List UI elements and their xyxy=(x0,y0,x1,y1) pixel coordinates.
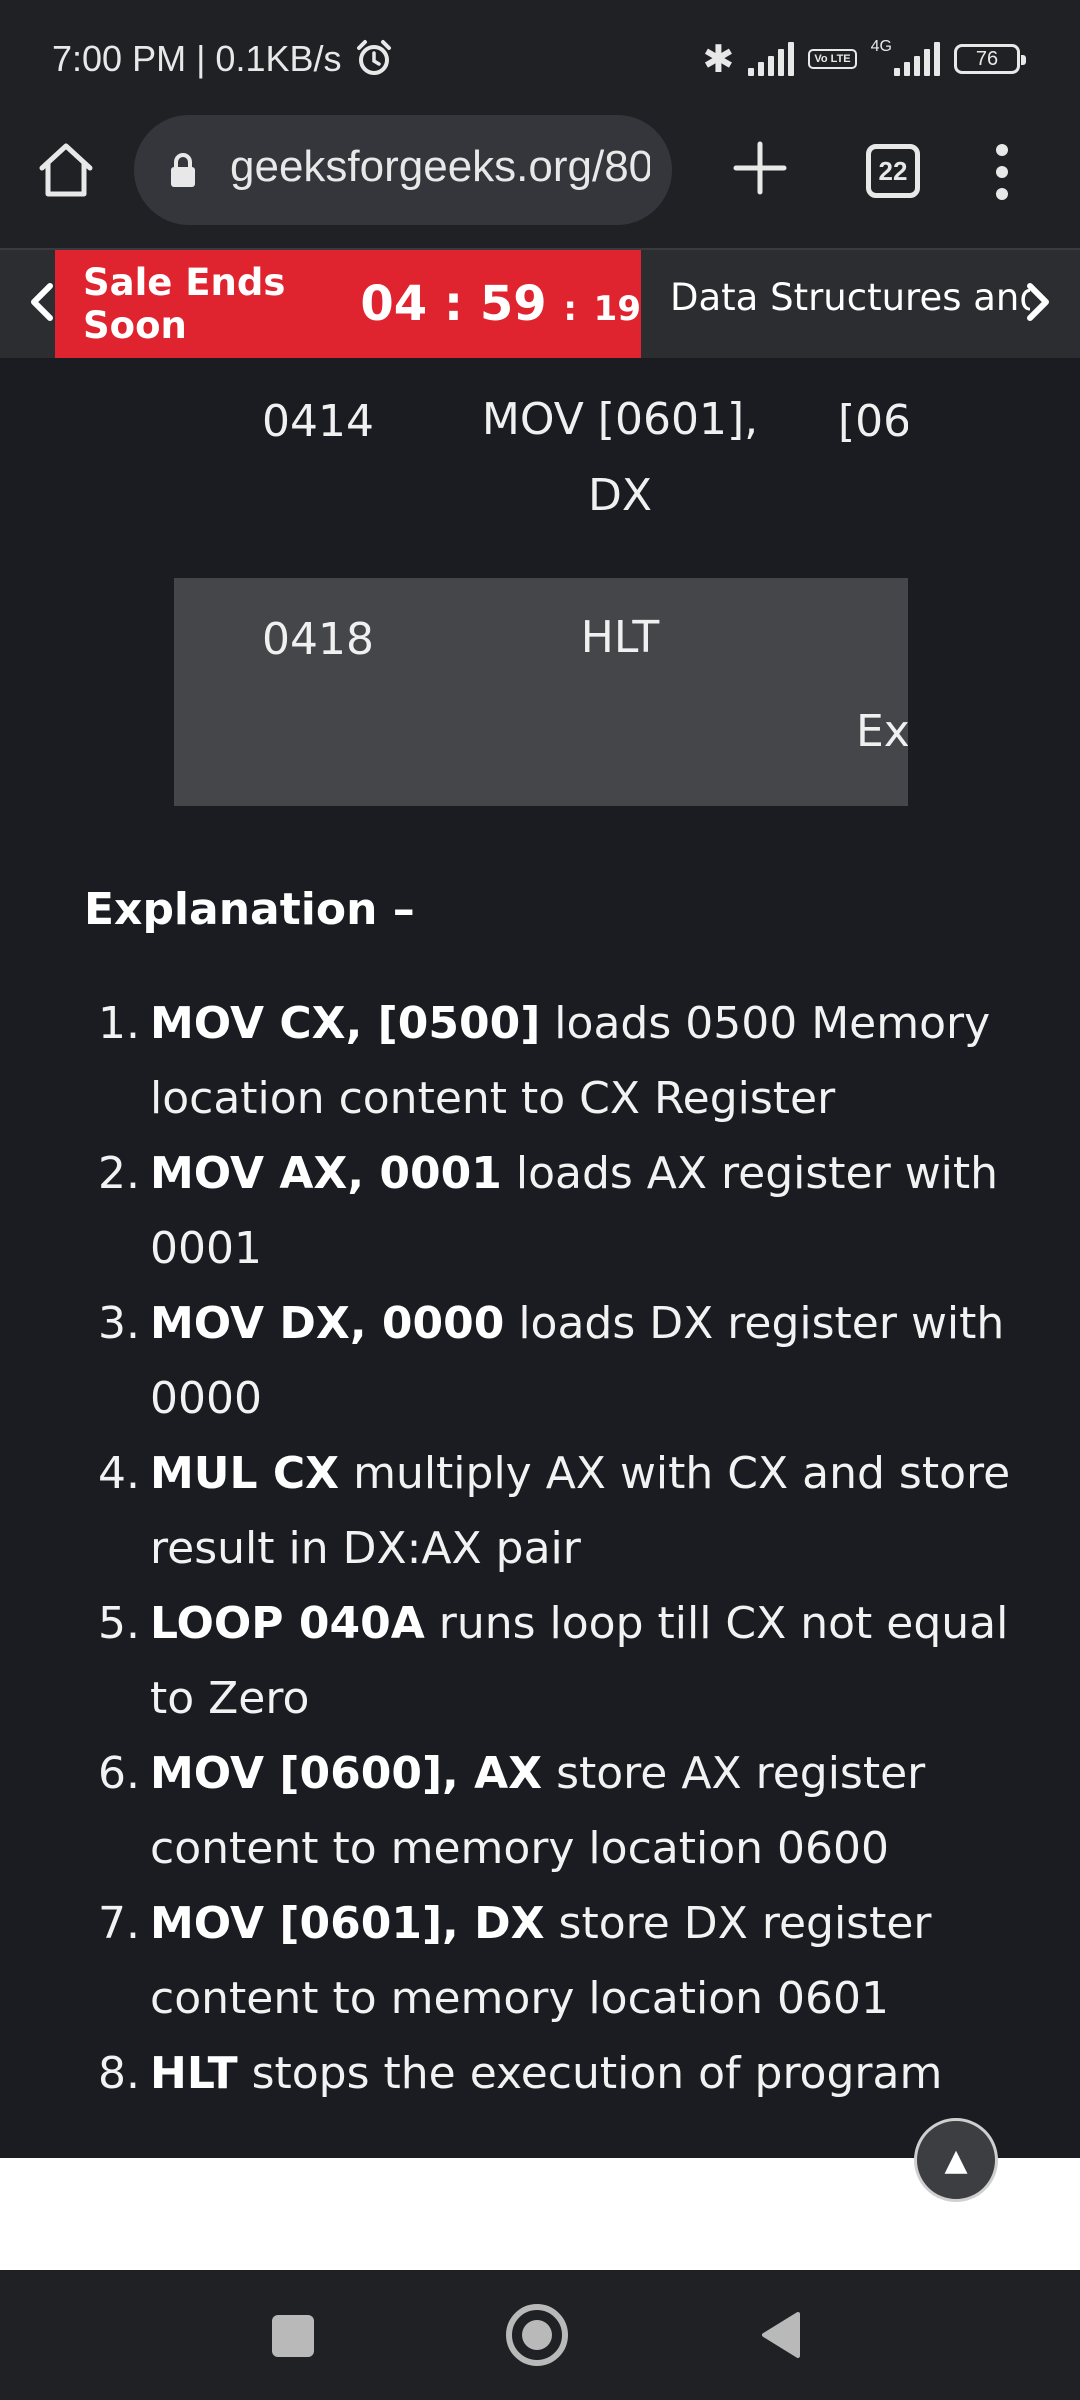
battery-level: 76 xyxy=(975,47,999,70)
address-cell: 0414 xyxy=(262,396,374,447)
item-number: 1. xyxy=(98,998,140,1049)
list-item: 6. MOV [0600], AX store AX register conte… xyxy=(98,1736,1020,1886)
table-row: 0414 MOV [0601], DX [060 xyxy=(174,360,908,580)
url-text[interactable]: geeksforgeeks.org/80 xyxy=(230,142,650,192)
volte-icon: Vo LTE xyxy=(808,49,857,69)
countdown-timer: 04 : 59 : 19 xyxy=(360,276,641,332)
item-code: HLT xyxy=(150,2048,238,2099)
list-item: 7. MOV [0601], DX store DX register conte… xyxy=(98,1886,1020,2036)
explanation-heading: Explanation – xyxy=(84,884,415,935)
comment-cell: Exe xyxy=(856,706,908,757)
status-bar: 7:00 PM | 0.1KB/s ✱ Vo LTE 4G 76 xyxy=(0,0,1080,120)
item-number: 6. xyxy=(98,1748,140,1799)
status-time-speed: 7:00 PM | 0.1KB/s xyxy=(52,38,342,79)
home-nav-icon[interactable] xyxy=(506,2304,568,2366)
home-icon[interactable] xyxy=(34,138,98,202)
sale-countdown[interactable]: Sale Ends Soon 04 : 59 : 19 xyxy=(55,250,641,358)
list-item: 8. HLT stops the execution of program xyxy=(98,2036,1020,2111)
chevron-right-icon[interactable] xyxy=(1022,282,1054,322)
lock-icon xyxy=(171,153,195,187)
bluetooth-icon: ✱ xyxy=(702,37,735,81)
signal-icon-2 xyxy=(894,42,940,76)
item-text: stops the execution of program xyxy=(237,2048,943,2099)
chevron-left-icon[interactable] xyxy=(26,282,58,322)
instruction-cell: HLT xyxy=(580,612,660,663)
address-cell: 0418 xyxy=(262,614,374,665)
comment-cell: [060 xyxy=(838,396,908,447)
arrow-up-icon: ▲ xyxy=(944,2142,968,2178)
tab-switcher-button[interactable]: 22 xyxy=(866,144,920,198)
item-code: MOV AX, 0001 xyxy=(150,1148,502,1199)
list-item: 5. LOOP 040A runs loop till CX not equal … xyxy=(98,1586,1020,1736)
timer-seconds: 19 xyxy=(593,289,641,329)
item-number: 5. xyxy=(98,1598,140,1649)
list-item: 1. MOV CX, [0500] loads 0500 Memory locat… xyxy=(98,986,1020,1136)
item-code: LOOP 040A xyxy=(150,1598,425,1649)
back-icon[interactable] xyxy=(758,2310,802,2360)
item-number: 7. xyxy=(98,1898,140,1949)
list-item: 4. MUL CX multiply AX with CX and store r… xyxy=(98,1436,1020,1586)
item-code: MOV DX, 0000 xyxy=(150,1298,505,1349)
alarm-icon xyxy=(357,40,391,75)
recents-icon[interactable] xyxy=(272,2315,314,2357)
more-menu-icon[interactable] xyxy=(990,144,1014,200)
list-item: 3. MOV DX, 0000 loads DX register with 00… xyxy=(98,1286,1020,1436)
item-code: MOV [0601], DX xyxy=(150,1898,545,1949)
sale-text: Sale Ends Soon xyxy=(83,261,286,347)
item-code: MOV [0600], AX xyxy=(150,1748,543,1799)
list-item: 2. MOV AX, 0001 loads AX register with 00… xyxy=(98,1136,1020,1286)
explanation-list: 1. MOV CX, [0500] loads 0500 Memory locat… xyxy=(0,986,1080,2111)
new-tab-icon[interactable] xyxy=(730,138,790,198)
signal-icon xyxy=(748,42,795,76)
network-type: 4G xyxy=(870,38,892,55)
timer-hours: 04 xyxy=(360,276,428,332)
table-row: 0418 HLT Exe xyxy=(174,578,908,806)
scroll-to-top-button[interactable]: ▲ xyxy=(914,2118,998,2202)
status-icons: ✱ Vo LTE 4G 76 xyxy=(702,36,1026,82)
item-number: 2. xyxy=(98,1148,140,1199)
item-code: MUL CX xyxy=(150,1448,340,1499)
course-link[interactable]: Data Structures and xyxy=(670,276,1030,319)
item-number: 8. xyxy=(98,2048,140,2099)
timer-sep: : xyxy=(563,289,577,329)
battery-icon: 76 xyxy=(954,44,1026,74)
tab-count: 22 xyxy=(878,155,908,186)
instruction-cell: MOV [0601], DX xyxy=(481,394,759,521)
item-code: MOV CX, [0500] xyxy=(150,998,541,1049)
item-number: 3. xyxy=(98,1298,140,1349)
item-number: 4. xyxy=(98,1448,140,1499)
timer-minutes: 59 xyxy=(479,276,547,332)
timer-sep: : xyxy=(443,276,464,332)
